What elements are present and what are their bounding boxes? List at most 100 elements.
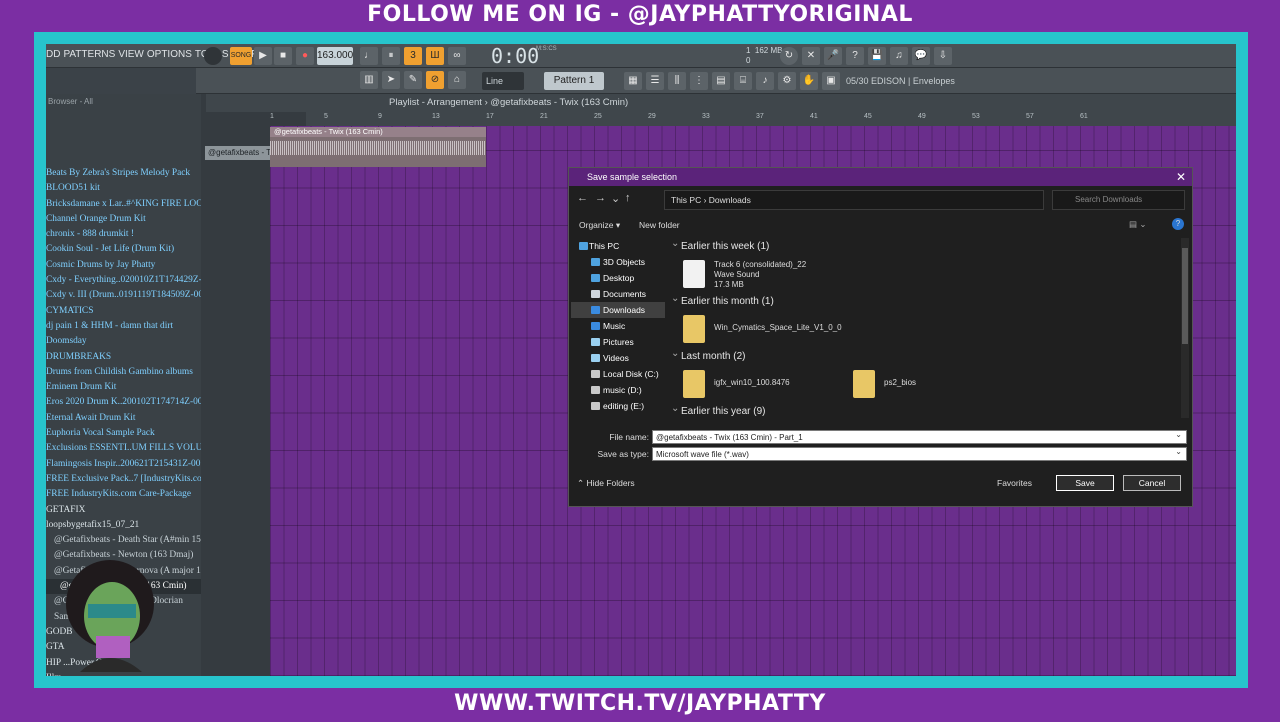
browser-item[interactable]: Eros 2020 Drum K..200102T174714Z-001	[46, 395, 201, 410]
browser-item[interactable]: Cxdy - Everything..020010Z1T174429Z-001	[46, 273, 201, 288]
browser-item[interactable]: Channel Orange Drum Kit	[46, 212, 201, 227]
file-item[interactable]: igfx_win10_100.8476	[669, 366, 834, 403]
browser-item[interactable]: @Getafixbeats - Death Star (A#min 158)	[46, 533, 201, 548]
tempo-display[interactable]: 163.000	[317, 47, 353, 65]
browser-item[interactable]: BLOOD51 kit	[46, 181, 201, 196]
touch-keyboard-icon[interactable]: ✋	[800, 72, 818, 90]
save-button[interactable]: Save	[1056, 475, 1114, 491]
browser-item[interactable]: Cosmic Drums by Jay Phatty	[46, 258, 201, 273]
step-edit-icon[interactable]: Ш	[426, 47, 444, 65]
wait-for-input-icon[interactable]: ⏸	[382, 47, 400, 65]
browser-item[interactable]: Drums from Childish Gambino albums	[46, 365, 201, 380]
microphone-icon[interactable]: 🎤	[824, 47, 842, 65]
nav-item[interactable]: Videos	[571, 350, 665, 366]
save-icon[interactable]: 💾	[868, 47, 886, 65]
cancel-button[interactable]: Cancel	[1123, 475, 1181, 491]
stamp-icon[interactable]: ⌂	[448, 71, 466, 89]
back-arrow-icon[interactable]: ←	[577, 192, 588, 204]
nav-item[interactable]: music (D:)	[571, 382, 665, 398]
address-part[interactable]: Downloads	[709, 195, 751, 205]
metronome-icon[interactable]: ♩	[360, 47, 378, 65]
export-icon[interactable]: ⇩	[934, 47, 952, 65]
nav-item[interactable]: Local Disk (C:)	[571, 366, 665, 382]
browser-item[interactable]: dj pain 1 & HHM - damn that dirt	[46, 319, 201, 334]
mixer-icon[interactable]: ♫	[890, 47, 908, 65]
chat-icon[interactable]: 💬	[912, 47, 930, 65]
online-news-icon[interactable]: ✕	[802, 47, 820, 65]
favorites-button[interactable]: Favorites	[997, 478, 1032, 488]
countdown-icon[interactable]: 3	[404, 47, 422, 65]
menu-item[interactable]: VIEW	[118, 49, 144, 60]
file-item[interactable]: ps2_bios	[839, 366, 1004, 403]
browser-item[interactable]: Doomsday	[46, 334, 201, 349]
scroll-thumb[interactable]	[1182, 248, 1188, 344]
master-volume-knob-icon[interactable]	[204, 47, 222, 65]
nav-item[interactable]: 3D Objects	[571, 254, 665, 270]
view-options-icon[interactable]: ▤ ⌄	[1129, 219, 1147, 230]
browser-item[interactable]: FREE Exclusive Pack..7 [IndustryKits.com…	[46, 472, 201, 487]
browser-item[interactable]: Eminem Drum Kit	[46, 380, 201, 395]
nav-item[interactable]: Pictures	[571, 334, 665, 350]
up-arrow-icon[interactable]: ↑	[625, 192, 631, 204]
nav-item[interactable]: Music	[571, 318, 665, 334]
snap-select[interactable]: Line	[482, 72, 524, 90]
channel-rack-icon[interactable]: ⋮	[690, 72, 708, 90]
file-group-header[interactable]: Earlier this year (9)	[669, 403, 1179, 421]
arrow-icon[interactable]: ➤	[382, 71, 400, 89]
browser-item[interactable]: Euphoria Vocal Sample Pack	[46, 426, 201, 441]
menu-item[interactable]: PATTERNS	[63, 49, 115, 60]
savetype-select[interactable]: Microsoft wave file (*.wav)	[652, 447, 1187, 461]
snap-icon[interactable]: ⊘	[426, 71, 444, 89]
menu-item[interactable]: OPTIONS	[147, 49, 192, 60]
browser-item[interactable]: Bricksdamane x Lar..#^KING FIRE LOOPS	[46, 197, 201, 212]
piano-roll-view-icon[interactable]: ▤	[712, 72, 730, 90]
nav-item[interactable]: Desktop	[571, 270, 665, 286]
browser-item[interactable]: CYMATICS	[46, 304, 201, 319]
browser-item[interactable]: GETAFIX	[46, 503, 201, 518]
nav-item[interactable]: Documents	[571, 286, 665, 302]
cpu-refresh-icon[interactable]: ↻	[780, 47, 798, 65]
recent-chevron-icon[interactable]: ⌄	[611, 192, 620, 205]
loop-record-icon[interactable]: ∞	[448, 47, 466, 65]
browser-item[interactable]: Cookin Soul - Jet Life (Drum Kit)	[46, 242, 201, 257]
piano-roll-icon[interactable]: ▥	[360, 71, 378, 89]
filename-input[interactable]: @getafixbeats - Twix (163 Cmin) - Part_1	[652, 430, 1187, 444]
song-mode-toggle[interactable]: SONG	[230, 47, 252, 65]
performance-icon[interactable]: ▣	[822, 72, 840, 90]
hide-folders-button[interactable]: ⌃ Hide Folders	[577, 478, 635, 489]
address-bar[interactable]: This PC › Downloads	[664, 190, 1044, 210]
browser-item[interactable]: Cxdy v. III (Drum..0191119T184509Z-001	[46, 288, 201, 303]
browser-item[interactable]: loopsbygetafix15_07_21	[46, 518, 201, 533]
menu-item[interactable]: DD	[46, 49, 60, 60]
audio-clip[interactable]: @getafixbeats - Twix (163 Cmin)	[270, 127, 486, 167]
file-item[interactable]: Track 6 (consolidated)_22Wave Sound17.3 …	[669, 256, 834, 293]
browser-item[interactable]: Beats By Zebra's Stripes Melody Pack	[46, 166, 201, 181]
close-icon[interactable]: ✕	[1176, 168, 1186, 186]
add-pattern-icon[interactable]: ▦	[624, 72, 642, 90]
browser-item[interactable]: FREE IndustryKits.com Care-Package	[46, 487, 201, 502]
address-part[interactable]: This PC	[671, 195, 701, 205]
record-icon[interactable]: ●	[296, 47, 314, 65]
nav-item[interactable]: This PC	[571, 238, 665, 254]
file-group-header[interactable]: Earlier this month (1)	[669, 293, 1179, 311]
nav-item[interactable]: editing (E:)	[571, 398, 665, 414]
help-icon[interactable]: ?	[846, 47, 864, 65]
pattern-selector[interactable]: Pattern 1	[544, 72, 604, 90]
plugin-picker-icon[interactable]: ♪	[756, 72, 774, 90]
nav-item[interactable]: Downloads	[571, 302, 665, 318]
file-list-scrollbar[interactable]	[1181, 238, 1189, 418]
mixer-view-icon[interactable]: ⫼	[668, 72, 686, 90]
search-box[interactable]: Search Downloads	[1052, 190, 1185, 210]
browser-icon[interactable]: ⌸	[734, 72, 752, 90]
browser-item[interactable]: chronix - 888 drumkit !	[46, 227, 201, 242]
playlist-icon[interactable]: ☰	[646, 72, 664, 90]
file-group-header[interactable]: Last month (2)	[669, 348, 1179, 366]
file-item[interactable]: Win_Cymatics_Space_Lite_V1_0_0	[669, 311, 834, 348]
stop-icon[interactable]: ■	[274, 47, 292, 65]
play-icon[interactable]: ▶	[254, 47, 272, 65]
file-group-header[interactable]: Earlier this week (1)	[669, 238, 1179, 256]
browser-item[interactable]: Flamingosis Inspir..200621T215431Z-001	[46, 457, 201, 472]
forward-arrow-icon[interactable]: →	[595, 192, 606, 204]
browser-item[interactable]: Eternal Await Drum Kit	[46, 411, 201, 426]
help-icon[interactable]: ?	[1172, 218, 1184, 230]
